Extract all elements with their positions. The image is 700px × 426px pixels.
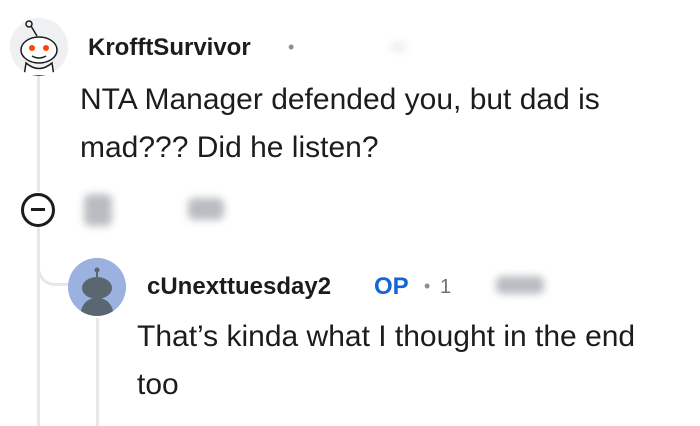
comment-avatar[interactable]	[10, 18, 68, 76]
comment-username[interactable]: KrofftSurvivor	[88, 34, 251, 62]
comment-body-line2: mad??? Did he listen?	[80, 131, 379, 164]
thread-line-main	[37, 72, 40, 192]
comment-body-line1: NTA Manager defended you, but dad is	[80, 83, 600, 116]
reply-body-line2: too	[137, 368, 179, 401]
thread-line-reply	[96, 318, 99, 426]
reddit-snoo-avatar-icon	[10, 18, 68, 76]
comment-actions-redacted-2	[188, 198, 224, 220]
comment-separator-dot: •	[288, 37, 295, 57]
reply-avatar[interactable]	[68, 258, 126, 316]
reply-body-line1: That’s kinda what I thought in the end	[137, 320, 636, 353]
op-badge: OP	[374, 273, 409, 300]
default-user-avatar-icon	[68, 258, 126, 316]
reply-timestamp-partial: 1	[440, 276, 452, 298]
comment-actions-redacted-1	[84, 194, 112, 226]
reply-username[interactable]: cUnexttuesday2	[147, 273, 331, 301]
collapse-minus-icon[interactable]	[21, 193, 55, 227]
reply-timestamp-redacted	[496, 276, 544, 294]
comment-timestamp-redacted	[390, 42, 406, 52]
reply-separator-dot: •	[424, 276, 431, 296]
